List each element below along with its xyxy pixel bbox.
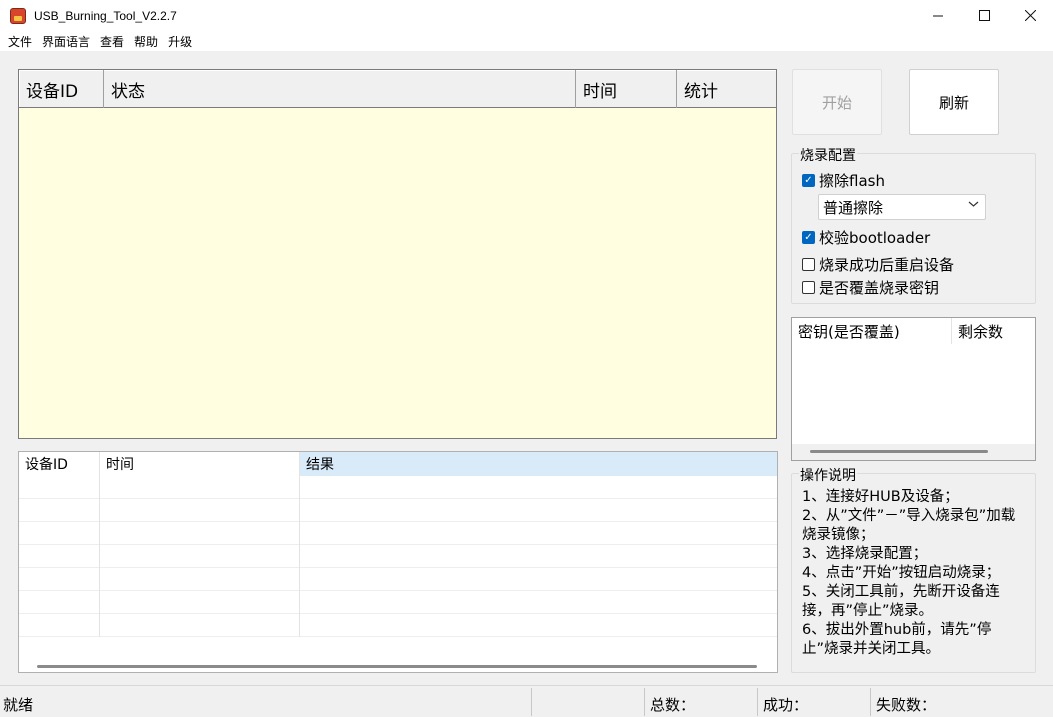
- main-area: 设备ID 状态 时间 统计 设备ID 时间 结果 开始 刷新 烧录配置 ✓ 擦除…: [0, 51, 1053, 685]
- status-divider: [870, 688, 871, 716]
- overwrite-keys-checkbox[interactable]: [802, 281, 815, 294]
- instructions-group: 操作说明 1、连接好HUB及设备； 2、从”文件”－”导入烧录包”加载烧录镜像；…: [791, 465, 1036, 673]
- fail-count-label: 失败数：: [876, 696, 937, 714]
- burn-config-legend: 烧录配置: [799, 145, 857, 165]
- column-time[interactable]: 时间: [576, 70, 677, 108]
- horizontal-scrollbar[interactable]: [37, 665, 757, 668]
- instruction-line: 5、关闭工具前，先断开设备连接，再”停止”烧录。: [802, 584, 1000, 619]
- erase-flash-checkbox[interactable]: ✓: [802, 174, 815, 187]
- refresh-button[interactable]: 刷新: [909, 69, 999, 135]
- verify-bootloader-option[interactable]: ✓ 校验bootloader: [802, 227, 930, 248]
- instruction-line: 1、连接好HUB及设备；: [802, 489, 959, 505]
- menu-language[interactable]: 界面语言: [38, 33, 94, 50]
- verify-bootloader-label: 校验bootloader: [819, 229, 931, 247]
- keys-list-header: 密钥(是否覆盖) 剩余数: [792, 318, 1035, 344]
- window-title: USB_Burning_Tool_V2.2.7: [34, 8, 177, 23]
- instruction-line: 3、选择烧录配置；: [802, 546, 928, 562]
- keys-list[interactable]: 密钥(是否覆盖) 剩余数: [791, 317, 1036, 461]
- maximize-icon: [978, 10, 990, 21]
- status-divider: [644, 688, 645, 716]
- instructions-legend: 操作说明: [799, 465, 857, 485]
- device-grid-header: 设备ID 状态 时间 统计: [19, 70, 776, 108]
- column-device-id[interactable]: 设备ID: [19, 70, 104, 108]
- menu-upgrade[interactable]: 升级: [164, 33, 196, 50]
- instructions-text: 1、连接好HUB及设备； 2、从”文件”－”导入烧录包”加载烧录镜像； 3、选择…: [802, 488, 1027, 659]
- instruction-line: 4、点击”开始”按钮启动烧录；: [802, 565, 1001, 581]
- keys-scroll-thumb[interactable]: [810, 450, 988, 453]
- minimize-button[interactable]: [915, 0, 961, 31]
- menu-file[interactable]: 文件: [4, 33, 36, 50]
- reboot-after-success-label: 烧录成功后重启设备: [819, 256, 955, 274]
- status-text: 就绪: [3, 696, 34, 714]
- minimize-icon: [932, 15, 943, 17]
- column-key-overwrite[interactable]: 密钥(是否覆盖): [792, 318, 952, 344]
- result-grid-header: 设备ID 时间 结果: [19, 452, 777, 476]
- overwrite-keys-label: 是否覆盖烧录密钥: [819, 279, 940, 297]
- device-grid[interactable]: 设备ID 状态 时间 统计: [18, 69, 777, 439]
- title-bar: USB_Burning_Tool_V2.2.7: [0, 0, 1053, 31]
- success-count-label: 成功：: [763, 696, 809, 714]
- menu-bar: 文件 界面语言 查看 帮助 升级: [0, 31, 1053, 51]
- app-icon: [10, 7, 26, 24]
- status-divider: [531, 688, 532, 716]
- verify-bootloader-checkbox[interactable]: ✓: [802, 231, 815, 244]
- menu-help[interactable]: 帮助: [130, 33, 162, 50]
- column-status[interactable]: 状态: [104, 70, 576, 108]
- erase-mode-select[interactable]: 普通擦除: [818, 194, 986, 220]
- column-remaining[interactable]: 剩余数: [952, 318, 1035, 344]
- maximize-button[interactable]: [961, 0, 1007, 31]
- table-row: [19, 522, 777, 545]
- total-count-label: 总数：: [650, 696, 696, 714]
- close-icon: [1024, 10, 1036, 21]
- column-result[interactable]: 结果: [300, 452, 777, 476]
- table-row: [19, 499, 777, 522]
- start-button[interactable]: 开始: [792, 69, 882, 135]
- erase-mode-value: 普通擦除: [823, 198, 884, 217]
- reboot-after-success-checkbox[interactable]: [802, 258, 815, 271]
- result-grid[interactable]: 设备ID 时间 结果: [18, 451, 778, 673]
- chevron-down-icon: [968, 198, 979, 212]
- table-row: [19, 476, 777, 499]
- close-button[interactable]: [1007, 0, 1053, 31]
- burn-config-group: 烧录配置 ✓ 擦除flash 普通擦除 ✓ 校验bootloader 烧录成功后…: [791, 145, 1036, 304]
- keys-scrollbar[interactable]: [792, 444, 1035, 460]
- column-stats[interactable]: 统计: [677, 70, 776, 108]
- column-time[interactable]: 时间: [100, 452, 300, 476]
- table-row: [19, 568, 777, 591]
- column-device-id[interactable]: 设备ID: [19, 452, 100, 476]
- reboot-after-success-option[interactable]: 烧录成功后重启设备: [802, 254, 954, 275]
- status-bar: 就绪 总数： 成功： 失败数：: [0, 685, 1053, 717]
- erase-flash-option[interactable]: ✓ 擦除flash: [802, 170, 885, 191]
- menu-view[interactable]: 查看: [96, 33, 128, 50]
- table-row: [19, 614, 777, 637]
- window-controls: [915, 0, 1053, 31]
- instruction-line: 2、从”文件”－”导入烧录包”加载烧录镜像；: [802, 508, 1016, 543]
- erase-flash-label: 擦除flash: [819, 172, 885, 190]
- overwrite-keys-option[interactable]: 是否覆盖烧录密钥: [802, 277, 939, 298]
- table-row: [19, 591, 777, 614]
- instruction-line: 6、拔出外置hub前，请先”停止”烧录并关闭工具。: [802, 622, 992, 657]
- status-divider: [757, 688, 758, 716]
- table-row: [19, 545, 777, 568]
